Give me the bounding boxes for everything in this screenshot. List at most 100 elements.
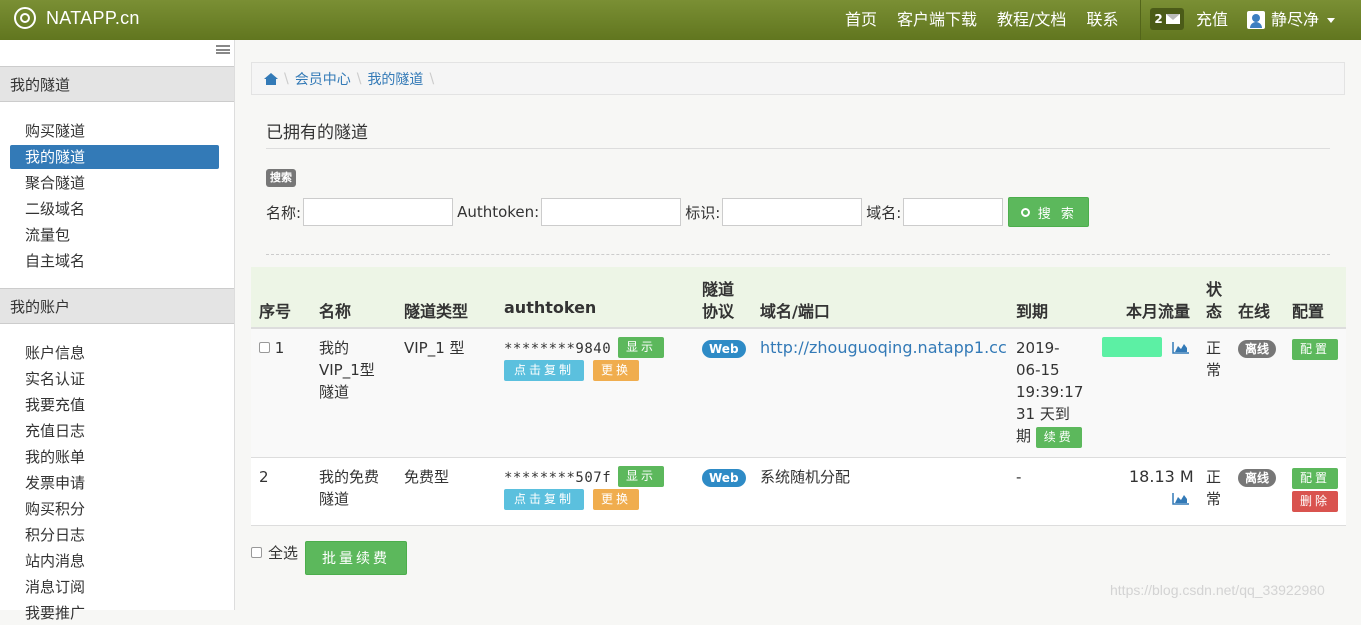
breadcrumb-separator: \	[284, 70, 289, 87]
sidebar-item-subdomain[interactable]: 二级域名	[10, 197, 219, 221]
row-name-line: 我的免费	[319, 468, 380, 486]
status-line: 正	[1206, 339, 1222, 357]
header-status-1: 状	[1206, 280, 1223, 299]
batch-renew-button[interactable]: 批量续费	[305, 541, 407, 575]
header-online: 在线	[1238, 302, 1271, 321]
domain-label: 域名:	[866, 203, 902, 222]
name-label: 名称:	[266, 203, 302, 222]
status-line: 常	[1206, 490, 1222, 508]
nav-home[interactable]: 首页	[835, 0, 887, 40]
status-line: 正	[1206, 468, 1222, 486]
area-chart-icon[interactable]	[1172, 493, 1189, 505]
sidebar-item-account-info[interactable]: 账户信息	[10, 341, 219, 365]
header-type: 隧道类型	[404, 302, 469, 321]
online-status-badge: 离线	[1238, 469, 1277, 487]
header-config: 配置	[1292, 302, 1325, 321]
brand[interactable]: NATAPP.cn	[14, 7, 140, 29]
sidebar-item-recharge-log[interactable]: 充值日志	[10, 419, 219, 443]
change-token-button[interactable]: 更换	[593, 360, 640, 381]
title-divider	[266, 148, 1330, 149]
tag-label: 标识:	[685, 203, 721, 222]
renew-button[interactable]: 续费	[1035, 427, 1082, 448]
change-token-button[interactable]: 更换	[593, 489, 640, 510]
expire-line: 19:39:17	[1016, 383, 1084, 401]
select-all[interactable]: 全选	[251, 542, 298, 563]
sidebar-item-promote[interactable]: 我要推广	[10, 601, 219, 625]
sidebar-item-bills[interactable]: 我的账单	[10, 445, 219, 469]
status-line: 常	[1206, 361, 1222, 379]
sidebar-item-traffic-pack[interactable]: 流量包	[10, 223, 219, 247]
area-chart-icon[interactable]	[1172, 342, 1189, 354]
domain-input[interactable]	[903, 198, 1004, 226]
nav-docs[interactable]: 教程/文档	[987, 0, 1076, 40]
expire-line: 06-15	[1016, 361, 1060, 379]
sidebar-item-real-name[interactable]: 实名认证	[10, 367, 219, 391]
breadcrumb-my-tunnels[interactable]: 我的隧道	[367, 69, 423, 89]
delete-button[interactable]: 删除	[1292, 491, 1339, 512]
top-navbar: NATAPP.cn 首页 客户端下载 教程/文档 联系 2 充值 静尽净	[0, 0, 1361, 40]
show-token-button[interactable]: 显示	[618, 337, 665, 358]
table-row: 1 我的 VIP_1型 隧道 VIP_1 型 ********9840 显示 点…	[251, 329, 1346, 458]
copy-token-button[interactable]: 点击复制	[504, 489, 584, 510]
user-menu[interactable]: 静尽净	[1247, 0, 1336, 40]
header-authtoken: authtoken	[504, 298, 597, 317]
sidebar-item-aggregate-tunnel[interactable]: 聚合隧道	[10, 171, 219, 195]
nav-links: 首页 客户端下载 教程/文档 联系	[835, 0, 1128, 40]
sidebar-item-buy-points[interactable]: 购买积分	[10, 497, 219, 521]
sidebar-item-points-log[interactable]: 积分日志	[10, 523, 219, 547]
username: 静尽净	[1271, 10, 1320, 29]
sidebar-item-invoice[interactable]: 发票申请	[10, 471, 219, 495]
expire-line: 31 天到	[1016, 405, 1070, 423]
breadcrumb-member-center[interactable]: 会员中心	[295, 69, 351, 89]
row-name: 我的 VIP_1型 隧道	[319, 337, 375, 403]
brand-name: NATAPP.cn	[46, 7, 140, 28]
sidebar-section-tunnels: 我的隧道	[0, 66, 234, 102]
row-checkbox[interactable]	[259, 342, 270, 353]
header-status-2: 态	[1206, 302, 1223, 321]
select-all-label: 全选	[268, 544, 299, 562]
tag-input[interactable]	[722, 198, 863, 226]
sidebar-item-my-tunnels[interactable]: 我的隧道	[10, 145, 219, 169]
search-button[interactable]: 搜 索	[1008, 197, 1090, 227]
sidebar-section-account: 我的账户	[0, 288, 234, 324]
row-status: 正 常	[1206, 337, 1221, 381]
caret-down-icon	[1327, 17, 1336, 23]
select-all-checkbox[interactable]	[251, 547, 262, 558]
header-domain: 域名/端口	[760, 302, 830, 321]
expire-line: 2019-	[1016, 339, 1060, 357]
header-index: 序号	[259, 302, 292, 321]
message-button[interactable]: 2	[1150, 8, 1184, 30]
nav-client-download[interactable]: 客户端下载	[887, 0, 987, 40]
show-token-button[interactable]: 显示	[618, 466, 665, 487]
row-index-cell: 1	[259, 337, 284, 359]
page-title: 已拥有的隧道	[266, 123, 368, 143]
row-authtoken: ********9840	[504, 341, 612, 357]
row-name-line: VIP_1型	[319, 361, 375, 379]
home-icon[interactable]	[264, 72, 278, 85]
traffic-bar	[1102, 337, 1162, 357]
sidebar-item-recharge[interactable]: 我要充值	[10, 393, 219, 417]
authtoken-input[interactable]	[541, 198, 682, 226]
row-name: 我的免费 隧道	[319, 466, 379, 510]
header-expire: 到期	[1016, 302, 1049, 321]
table-header: 序号 名称 隧道类型 authtoken 隧道 协议 域名/端口 到期 本月流量…	[251, 267, 1346, 329]
sidebar-item-buy-tunnel[interactable]: 购买隧道	[10, 119, 219, 143]
nav-divider	[1140, 0, 1141, 40]
config-button[interactable]: 配置	[1292, 339, 1339, 360]
header-protocol-1: 隧道	[702, 280, 735, 299]
row-authtoken: ********507f	[504, 470, 612, 486]
sidebar-item-messages[interactable]: 站内消息	[10, 549, 219, 573]
recharge-link[interactable]: 充值	[1196, 0, 1228, 40]
breadcrumb-separator: \	[429, 70, 435, 87]
header-protocol-2: 协议	[702, 302, 735, 321]
config-button[interactable]: 配置	[1292, 468, 1339, 489]
nav-contact[interactable]: 联系	[1076, 0, 1128, 40]
row-name-line: 隧道	[319, 383, 350, 401]
sidebar-item-subscriptions[interactable]: 消息订阅	[10, 575, 219, 599]
sidebar-item-custom-domain[interactable]: 自主域名	[10, 249, 219, 273]
domain-link[interactable]: http://zhouguoqing.natapp1.cc	[760, 337, 1007, 359]
protocol-badge: Web	[702, 469, 746, 487]
menu-collapse-icon[interactable]	[216, 45, 230, 54]
name-input[interactable]	[303, 198, 454, 226]
copy-token-button[interactable]: 点击复制	[504, 360, 584, 381]
